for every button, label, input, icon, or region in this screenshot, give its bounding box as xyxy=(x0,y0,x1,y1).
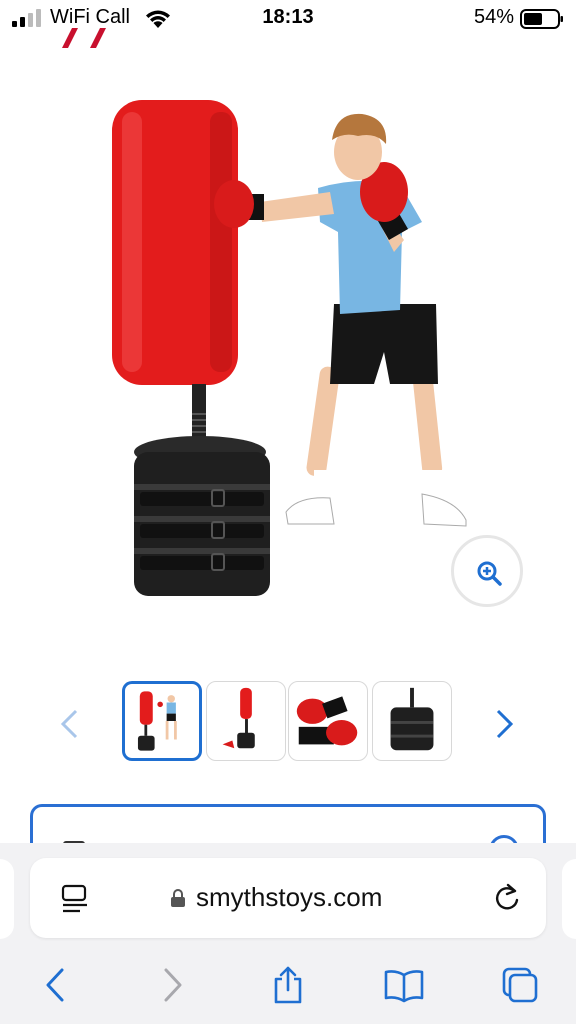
browser-toolbar: smythstoys.com xyxy=(0,843,576,1024)
thumbnail-punch-bag-with-boy[interactable] xyxy=(122,681,202,761)
url-text: smythstoys.com xyxy=(196,882,383,912)
zoom-in-icon xyxy=(477,561,502,586)
product-image-fragment xyxy=(62,28,106,48)
reload-icon[interactable] xyxy=(492,882,522,914)
thumbnail-next-arrow[interactable] xyxy=(494,708,516,740)
thumbnail-boxing-gloves[interactable] xyxy=(288,681,368,761)
next-tab-card[interactable] xyxy=(562,859,576,939)
battery-icon xyxy=(520,9,563,29)
battery-percent: 54% xyxy=(473,6,514,28)
tabs-button[interactable] xyxy=(500,965,540,1005)
forward-button[interactable] xyxy=(152,965,192,1005)
thumbnail-punch-bag-standing[interactable] xyxy=(206,681,286,761)
lock-icon xyxy=(171,889,185,907)
reader-mode-icon[interactable] xyxy=(60,884,90,914)
product-main-image[interactable] xyxy=(100,92,480,612)
thumbnail-punch-bag-base[interactable] xyxy=(372,681,452,761)
back-button[interactable] xyxy=(36,965,76,1005)
zoom-button[interactable] xyxy=(451,535,523,607)
bookmarks-button[interactable] xyxy=(384,965,424,1005)
address-bar[interactable]: smythstoys.com xyxy=(30,858,546,938)
share-button[interactable] xyxy=(268,965,308,1005)
thumbnail-prev-arrow[interactable] xyxy=(58,708,80,740)
previous-tab-card[interactable] xyxy=(0,859,14,939)
